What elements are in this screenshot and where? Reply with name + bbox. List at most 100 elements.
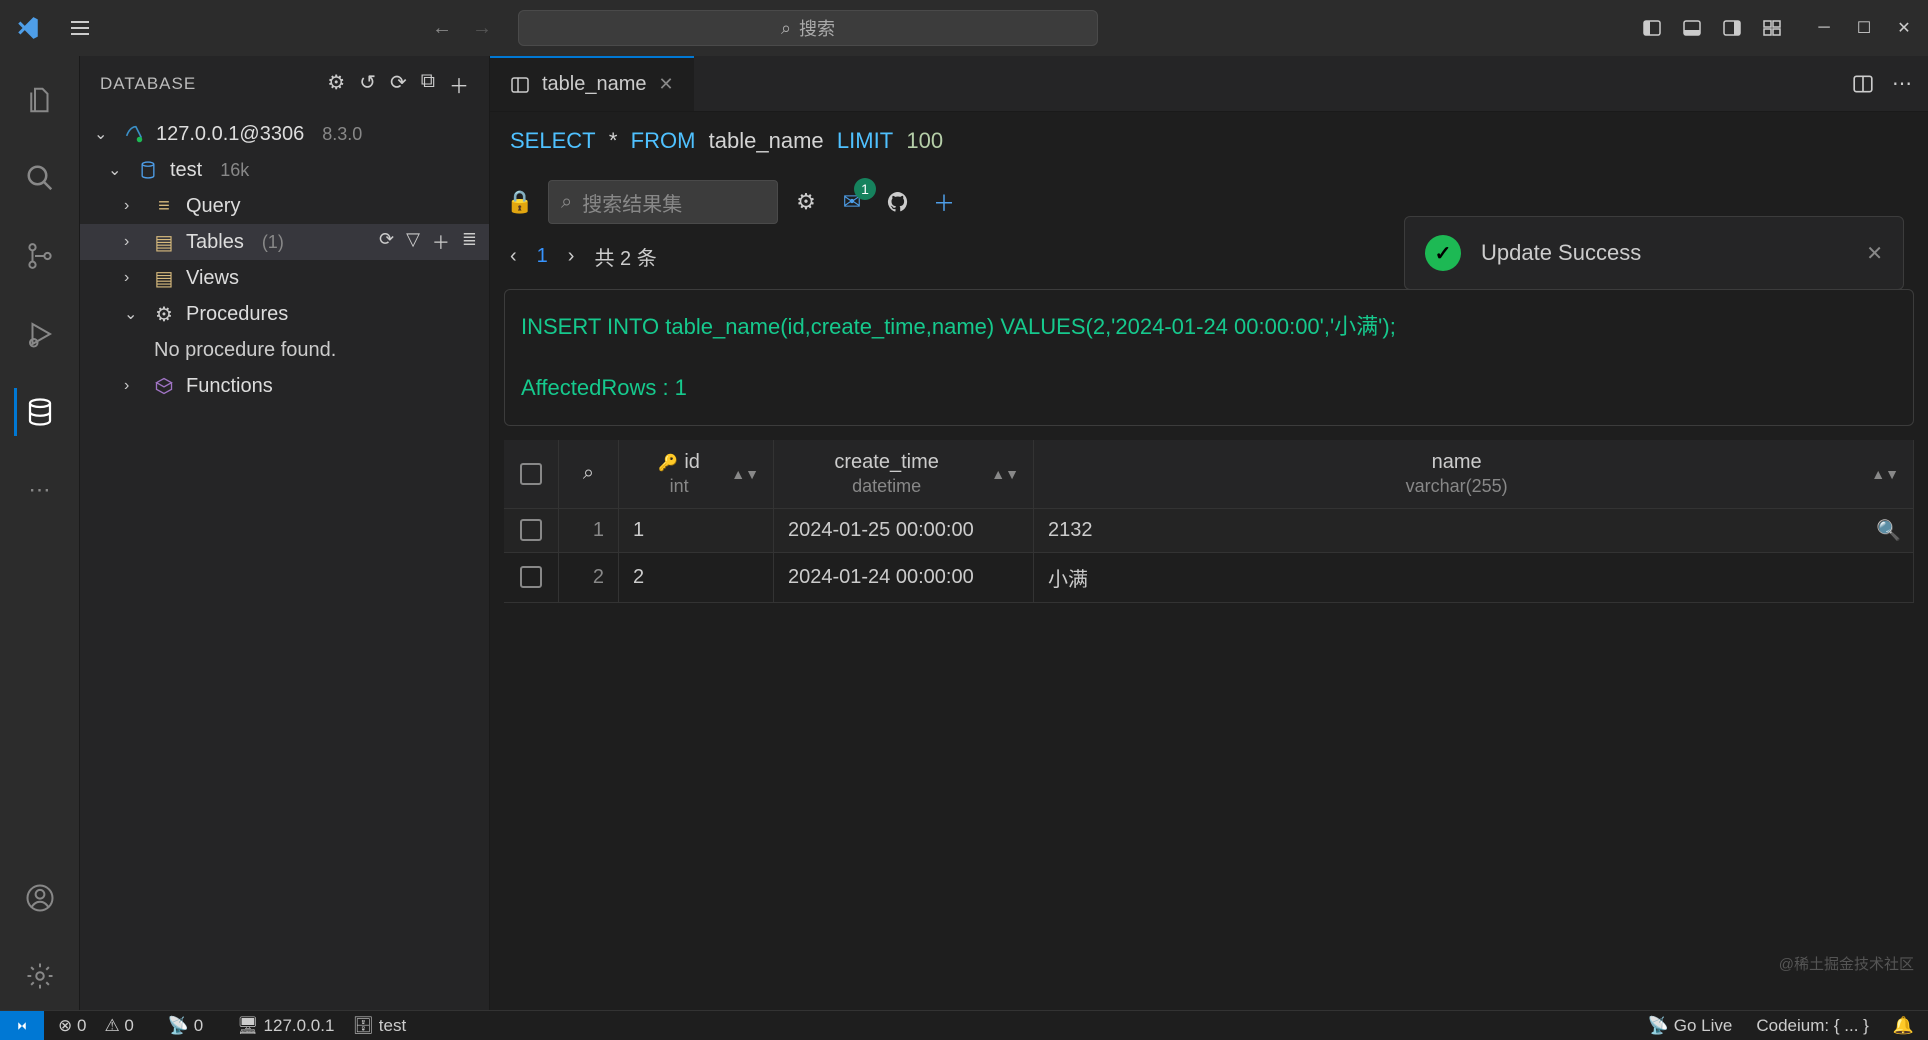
views-node[interactable]: › ▤ Views — [80, 260, 489, 296]
status-bell-icon[interactable]: 🔔 — [1893, 1016, 1914, 1036]
settings-icon[interactable]: ⚙ — [327, 70, 345, 99]
watermark: @稀土掘金技术社区 — [1779, 953, 1914, 974]
cell-name[interactable]: 小满 — [1034, 553, 1914, 602]
tab-table-name[interactable]: table_name ✕ — [490, 56, 694, 111]
more-actions-icon[interactable]: ⋯ — [1892, 71, 1912, 96]
vscode-logo-icon — [12, 12, 44, 44]
status-bar: ⊗ 0 ⚠ 0 📡 0 🖥 127.0.0.1 🗄 test 📡 Go Live… — [0, 1010, 1928, 1040]
window-minimize-icon[interactable]: ─ — [1812, 16, 1836, 40]
split-editor-icon[interactable] — [1852, 73, 1874, 95]
tables-node[interactable]: › ▤ Tables (1) ⟳ ▽ ＋ ≣ — [80, 224, 489, 260]
search-icon: ⌕ — [781, 18, 791, 39]
layout-right-icon[interactable] — [1720, 16, 1744, 40]
query-node[interactable]: › ≡ Query — [80, 188, 489, 224]
prev-page-icon[interactable]: ‹ — [510, 245, 517, 268]
cell-id[interactable]: 2 — [619, 553, 774, 602]
no-procedure-label: No procedure found. — [80, 332, 489, 368]
mysql-icon — [122, 123, 146, 145]
database-node[interactable]: ⌄ test 16k — [80, 152, 489, 188]
more-icon[interactable]: ⋯ — [16, 466, 64, 514]
status-warnings[interactable]: ⚠ 0 — [104, 1016, 133, 1036]
account-icon[interactable] — [16, 874, 64, 922]
settings-gear-icon[interactable] — [16, 952, 64, 1000]
settings-result-icon[interactable]: ⚙ — [788, 184, 824, 220]
search-icon: ⌕ — [561, 191, 572, 214]
cell-create-time[interactable]: 2024-01-24 00:00:00 — [774, 553, 1034, 602]
sql-output: INSERT INTO table_name(id,create_time,na… — [504, 289, 1914, 426]
status-host[interactable]: 🖥 127.0.0.1 — [237, 1016, 334, 1036]
title-bar: ← → ⌕ 搜索 ─ ☐ ✕ — [0, 0, 1928, 56]
title-search-input[interactable]: ⌕ 搜索 — [518, 10, 1098, 46]
next-page-icon[interactable]: › — [568, 245, 575, 268]
chevron-down-icon: ⌄ — [124, 304, 142, 324]
result-search-input[interactable]: ⌕ 搜索结果集 — [548, 180, 778, 224]
cell-name[interactable]: 2132🔍 — [1034, 509, 1914, 552]
refresh-tables-icon[interactable]: ⟳ — [379, 229, 394, 255]
layout-bottom-icon[interactable] — [1680, 16, 1704, 40]
status-codeium[interactable]: Codeium: { ... } — [1756, 1016, 1868, 1036]
lock-icon[interactable]: 🔒 — [502, 184, 538, 220]
table-row[interactable]: 2 2 2024-01-24 00:00:00 小满 — [504, 553, 1914, 603]
sort-icon[interactable]: ▲▼ — [1871, 466, 1899, 482]
col-header-id[interactable]: 🔑idint ▲▼ — [619, 440, 774, 508]
tab-close-icon[interactable]: ✕ — [659, 74, 674, 95]
list-icon[interactable]: ≣ — [462, 229, 477, 255]
status-golive[interactable]: 📡 Go Live — [1648, 1016, 1732, 1036]
row-checkbox[interactable] — [504, 553, 559, 602]
debug-icon[interactable] — [16, 310, 64, 358]
chevron-right-icon: › — [124, 233, 142, 251]
search-col-icon[interactable]: ⌕ — [559, 440, 619, 508]
filter-icon[interactable]: ▽ — [406, 229, 420, 255]
database-icon — [136, 160, 160, 180]
mail-icon[interactable]: ✉1 — [834, 184, 870, 220]
search-activity-icon[interactable] — [16, 154, 64, 202]
hamburger-menu-icon[interactable] — [64, 12, 96, 44]
nav-forward-icon[interactable]: → — [466, 12, 498, 44]
status-errors[interactable]: ⊗ 0 — [58, 1016, 86, 1036]
add-connection-icon[interactable]: ＋ — [449, 70, 469, 99]
chevron-right-icon: › — [124, 377, 142, 395]
toast-close-icon[interactable]: ✕ — [1866, 241, 1883, 266]
sidebar-title: DATABASE — [100, 74, 327, 94]
sort-icon[interactable]: ▲▼ — [991, 466, 1019, 482]
functions-icon — [152, 376, 176, 396]
add-row-icon[interactable]: ＋ — [926, 184, 962, 220]
source-control-icon[interactable] — [16, 232, 64, 280]
explorer-icon[interactable] — [16, 76, 64, 124]
total-count: 共 2 条 — [594, 242, 656, 271]
toast-message: Update Success — [1481, 240, 1641, 266]
github-icon[interactable] — [880, 184, 916, 220]
zoom-icon[interactable]: 🔍 — [1876, 518, 1901, 543]
result-search-placeholder: 搜索结果集 — [582, 188, 682, 217]
tab-label: table_name — [542, 73, 647, 96]
functions-node[interactable]: › Functions — [80, 368, 489, 404]
sort-icon[interactable]: ▲▼ — [731, 466, 759, 482]
status-port[interactable]: 📡 0 — [168, 1016, 203, 1036]
layout-grid-icon[interactable] — [1760, 16, 1784, 40]
chevron-down-icon: ⌄ — [108, 160, 126, 180]
window-maximize-icon[interactable]: ☐ — [1852, 16, 1876, 40]
cell-id[interactable]: 1 — [619, 509, 774, 552]
procedures-node[interactable]: ⌄ ⚙ Procedures — [80, 296, 489, 332]
insert-statement: INSERT INTO table_name(id,create_time,na… — [521, 308, 1897, 347]
add-table-icon[interactable]: ＋ — [432, 229, 450, 255]
col-header-create-time[interactable]: create_timedatetime ▲▼ — [774, 440, 1034, 508]
table-row[interactable]: 1 1 2024-01-25 00:00:00 2132🔍 — [504, 509, 1914, 553]
remote-indicator-icon[interactable] — [0, 1011, 44, 1040]
select-all-checkbox[interactable] — [504, 440, 559, 508]
refresh-icon[interactable]: ⟳ — [390, 70, 407, 99]
row-checkbox[interactable] — [504, 509, 559, 552]
connection-node[interactable]: ⌄ 127.0.0.1@3306 8.3.0 — [80, 116, 489, 152]
window-close-icon[interactable]: ✕ — [1892, 16, 1916, 40]
layout-primary-icon[interactable] — [1640, 16, 1664, 40]
col-header-name[interactable]: namevarchar(255) ▲▼ — [1034, 440, 1914, 508]
database-activity-icon[interactable] — [14, 388, 62, 436]
procedure-gear-icon: ⚙ — [152, 302, 176, 327]
collapse-all-icon[interactable]: ⧉ — [421, 70, 435, 99]
chevron-right-icon: › — [124, 269, 142, 287]
cell-create-time[interactable]: 2024-01-25 00:00:00 — [774, 509, 1034, 552]
page-number[interactable]: 1 — [537, 245, 548, 268]
nav-back-icon[interactable]: ← — [426, 12, 458, 44]
status-db[interactable]: 🗄 test — [352, 1016, 406, 1036]
history-icon[interactable]: ↺ — [359, 70, 376, 99]
